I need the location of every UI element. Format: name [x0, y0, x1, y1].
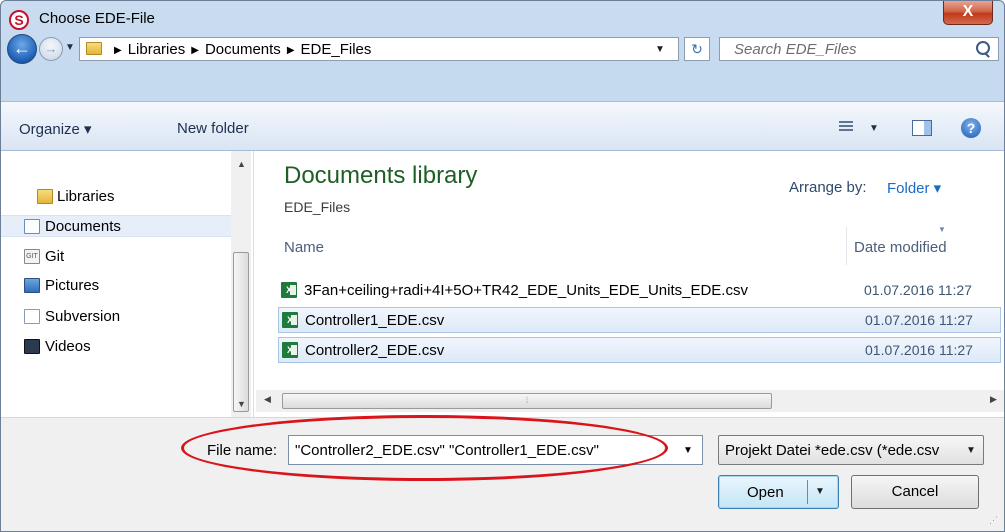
breadcrumb-separator-icon: ▶ [286, 45, 295, 56]
file-type-value: Projekt Datei *ede.csv (*ede.csv [725, 442, 940, 459]
column-header-date[interactable]: Date modified [854, 239, 947, 256]
navigation-pane: Libraries Documents GIT Git Pictures Sub… [1, 151, 254, 417]
breadcrumb-ede-files[interactable]: EDE_Files [301, 41, 372, 58]
cancel-button[interactable]: Cancel [851, 475, 979, 509]
history-dropdown-icon[interactable]: ▼ [65, 42, 75, 53]
file-dialog-window: S Choose EDE-File X ← → ▼ ▶ Libraries ▶ Doc… [0, 0, 1005, 532]
pictures-icon [24, 278, 40, 293]
nav-item-label: Videos [45, 338, 91, 355]
search-input[interactable]: Search EDE_Files [719, 37, 999, 61]
nav-item-label: Documents [45, 218, 121, 235]
excel-csv-icon: X [282, 342, 298, 358]
new-folder-button[interactable]: New folder [177, 120, 249, 137]
scroll-thumb[interactable] [233, 252, 249, 412]
file-name: Controller2_EDE.csv [305, 342, 445, 359]
navigation-row: ← → ▼ ▶ Libraries ▶ Documents ▶ EDE_Files ▼ ↻… [1, 33, 1004, 65]
nav-item-label: Pictures [45, 277, 100, 294]
scroll-thumb[interactable]: ⦙ [282, 393, 772, 409]
open-button-label: Open [747, 484, 784, 501]
nav-item-git[interactable]: GIT Git [1, 246, 233, 268]
excel-csv-icon: X [282, 312, 298, 328]
subversion-icon [24, 309, 40, 324]
breadcrumb: ▶ Libraries ▶ Documents ▶ EDE_Files [108, 41, 371, 58]
preview-pane-icon[interactable] [912, 120, 932, 136]
file-row[interactable]: X 3Fan+ceiling+radi+4I+5O+TR42_EDE_Units… [278, 278, 1001, 304]
breadcrumb-separator-icon: ▶ [114, 45, 122, 56]
videos-icon [24, 339, 40, 354]
file-name-dropdown-icon[interactable]: ▼ [683, 445, 693, 456]
library-subtitle[interactable]: EDE_Files [284, 199, 350, 215]
arrange-by-dropdown[interactable]: Folder ▾ [887, 179, 941, 197]
nav-item-subversion[interactable]: Subversion [1, 306, 233, 328]
nav-item-videos[interactable]: Videos [1, 336, 233, 358]
scroll-left-icon[interactable]: ◀ [264, 394, 271, 405]
red-ellipse-annotation [181, 415, 668, 481]
library-title: Documents library [284, 162, 478, 189]
nav-vertical-scrollbar[interactable]: ▲ ▼ [231, 151, 251, 417]
view-dropdown-icon[interactable]: ▼ [869, 123, 879, 134]
file-name: 3Fan+ceiling+radi+4I+5O+TR42_EDE_Units_E… [304, 282, 748, 299]
breadcrumb-separator-icon: ▶ [191, 45, 199, 56]
close-button[interactable]: X [943, 1, 993, 25]
address-bar[interactable]: ▶ Libraries ▶ Documents ▶ EDE_Files ▼ [79, 37, 679, 61]
help-icon[interactable]: ? [961, 118, 981, 138]
app-logo-icon: S [9, 10, 29, 30]
nav-item-label: Libraries [57, 188, 115, 205]
scroll-right-icon[interactable]: ▶ [990, 394, 997, 405]
command-bar [1, 101, 1004, 151]
search-placeholder: Search EDE_Files [734, 41, 857, 58]
address-dropdown-icon[interactable]: ▼ [655, 44, 665, 55]
horizontal-scrollbar[interactable]: ◀ ⦙ ▶ [256, 390, 1004, 412]
library-icon [37, 189, 53, 204]
forward-button[interactable]: → [39, 37, 63, 61]
resize-grip-icon[interactable]: ⋰ [989, 515, 998, 526]
organize-button[interactable]: Organize ▾ [19, 120, 92, 138]
open-options-dropdown-icon[interactable]: ▼ [815, 486, 825, 497]
scroll-up-icon[interactable]: ▲ [237, 159, 246, 169]
file-row[interactable]: X Controller1_EDE.csv 01.07.2016 11:27 [278, 307, 1001, 333]
scroll-down-icon[interactable]: ▼ [237, 399, 246, 409]
excel-csv-icon: X [281, 282, 297, 298]
file-list-pane: Documents library EDE_Files Arrange by: … [254, 151, 1004, 417]
column-header-name[interactable]: Name [284, 239, 324, 256]
back-button[interactable]: ← [7, 34, 37, 64]
refresh-button[interactable]: ↻ [684, 37, 710, 61]
chevron-down-icon: ▼ [966, 445, 976, 456]
breadcrumb-documents[interactable]: Documents [205, 41, 281, 58]
arrange-by-label: Arrange by: [789, 179, 867, 196]
nav-item-pictures[interactable]: Pictures [1, 275, 233, 297]
nav-item-documents[interactable]: Documents [1, 215, 233, 237]
open-button[interactable]: Open ▼ [718, 475, 839, 509]
search-icon [976, 41, 990, 55]
view-options-icon[interactable] [839, 121, 853, 135]
window-title: Choose EDE-File [39, 10, 155, 27]
nav-item-label: Git [45, 248, 65, 265]
file-row[interactable]: X Controller2_EDE.csv 01.07.2016 11:27 [278, 337, 1001, 363]
git-icon: GIT [24, 249, 40, 264]
nav-item-libraries[interactable]: Libraries [1, 186, 233, 208]
split-divider [807, 480, 808, 504]
file-date: 01.07.2016 11:27 [865, 342, 973, 358]
file-date: 01.07.2016 11:27 [864, 282, 972, 298]
file-name: Controller1_EDE.csv [305, 312, 445, 329]
documents-icon [24, 219, 40, 234]
column-divider[interactable] [846, 227, 847, 265]
breadcrumb-libraries[interactable]: Libraries [128, 41, 186, 58]
folder-icon [86, 42, 102, 55]
sort-indicator-icon: ▼ [938, 225, 946, 234]
file-type-select[interactable]: Projekt Datei *ede.csv (*ede.csv ▼ [718, 435, 984, 465]
nav-item-label: Subversion [45, 308, 121, 325]
file-date: 01.07.2016 11:27 [865, 312, 973, 328]
